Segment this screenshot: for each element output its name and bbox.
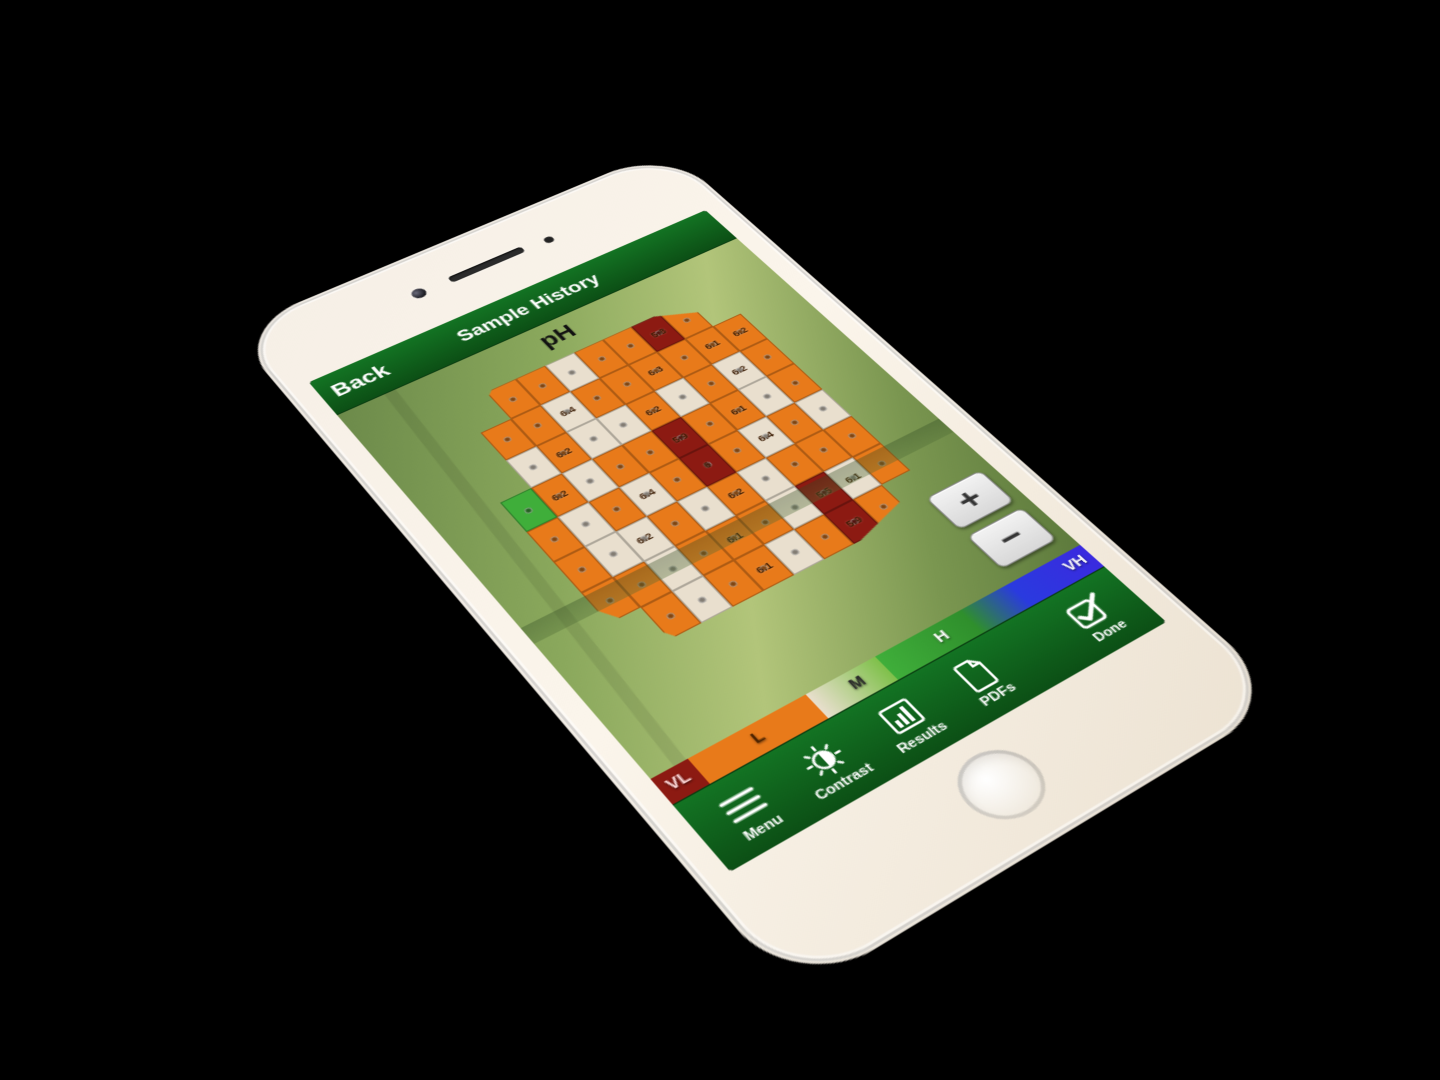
sample-value: 6.1 — [842, 471, 863, 485]
sample-point-icon — [789, 461, 800, 469]
sample-value: 5.5 — [813, 485, 835, 500]
sample-point-icon — [761, 393, 772, 400]
legend-m: M — [844, 672, 870, 692]
sample-point-icon — [818, 405, 829, 412]
sample-point-icon — [528, 463, 539, 471]
sample-point-icon — [679, 354, 690, 361]
sample-point-icon — [585, 477, 596, 485]
sample-point-icon — [667, 564, 679, 572]
sample-point-icon — [706, 380, 717, 387]
sample-value: 6.4 — [637, 487, 659, 502]
sample-value: 6.1 — [724, 530, 746, 545]
sample-point-icon — [665, 611, 677, 620]
sample-value: 6.2 — [730, 326, 750, 339]
sample-point-icon — [618, 421, 629, 428]
sample-point-icon — [588, 435, 599, 443]
sample-point-icon — [577, 565, 589, 573]
sample-value: 6.1 — [753, 560, 775, 576]
sample-point-icon — [645, 448, 656, 456]
sample-point-icon — [681, 317, 691, 324]
sample-value: 6.2 — [725, 486, 747, 501]
sample-point-icon — [592, 394, 603, 401]
sample-point-icon — [672, 476, 683, 484]
sample-point-icon — [615, 462, 626, 470]
sample-point-icon — [567, 368, 578, 375]
sample-point-icon — [523, 506, 534, 514]
proximity-sensor — [542, 236, 555, 244]
sample-point-icon — [608, 550, 619, 558]
sample-point-icon — [502, 436, 513, 444]
sample-value: 6.4 — [756, 430, 777, 444]
sample-point-icon — [818, 533, 830, 541]
sample-point-icon — [670, 519, 681, 527]
sample-point-icon — [789, 419, 800, 426]
sample-value: 6.1 — [728, 403, 749, 417]
sample-value: 6.4 — [558, 405, 579, 419]
legend-vh: VH — [1058, 552, 1091, 575]
earpiece — [447, 246, 525, 282]
sample-point-icon — [696, 595, 708, 604]
sample-point-icon — [533, 422, 544, 429]
field-overlay: 5.8 6.4 6.3 6.1 6.2 6.2 6.2 6.2 6.2 5.9 6.1 6.4 6 6.4… — [425, 289, 942, 656]
sample-point-icon — [596, 355, 607, 362]
sample-value: 6.2 — [549, 488, 570, 503]
sample-point-icon — [789, 503, 800, 511]
sample-point-icon — [727, 579, 739, 588]
legend-h: H — [930, 627, 954, 646]
sample-point-icon — [549, 535, 560, 543]
home-button[interactable] — [940, 737, 1064, 833]
legend-l: L — [746, 727, 769, 746]
sample-value: 5.9 — [843, 514, 865, 529]
sample-point-icon — [846, 432, 857, 440]
sample-value: 6.2 — [553, 446, 574, 460]
sample-value: 6.2 — [729, 364, 749, 377]
sample-point-icon — [636, 580, 648, 589]
sample-point-icon — [581, 520, 592, 528]
sample-point-icon — [762, 354, 773, 361]
sample-point-icon — [759, 518, 770, 526]
sample-point-icon — [788, 548, 800, 556]
zoom-controls: + − — [926, 470, 1057, 569]
front-camera — [409, 287, 429, 300]
sample-point-icon — [760, 475, 771, 483]
sample-point-icon — [877, 502, 888, 510]
measure-label: pH — [533, 320, 582, 352]
phone-frame: Back Sample History pH 5.86.46.36.16.26.… — [231, 148, 1290, 997]
sample-point-icon — [698, 549, 710, 557]
sample-point-icon — [604, 596, 616, 605]
sample-value: 5.8 — [648, 326, 668, 339]
sample-point-icon — [508, 395, 519, 402]
sample-point-icon — [537, 382, 548, 389]
sample-point-icon — [789, 379, 800, 386]
sample-point-icon — [876, 460, 887, 468]
sample-value: 6.1 — [702, 339, 722, 352]
sample-value: 6 — [701, 460, 714, 470]
sample-point-icon — [625, 342, 636, 349]
sample-point-icon — [818, 446, 829, 454]
sample-point-icon — [621, 381, 632, 388]
sample-point-icon — [677, 393, 688, 400]
sample-value: 6.2 — [634, 531, 656, 546]
sample-value: 5.9 — [670, 431, 691, 445]
sample-point-icon — [700, 504, 711, 512]
sample-value: 6.3 — [645, 365, 665, 378]
legend-vl: VL — [661, 768, 694, 794]
sample-point-icon — [704, 420, 715, 427]
sample-value: 6.2 — [643, 404, 664, 418]
sample-point-icon — [731, 447, 742, 455]
sample-point-icon — [612, 505, 623, 513]
